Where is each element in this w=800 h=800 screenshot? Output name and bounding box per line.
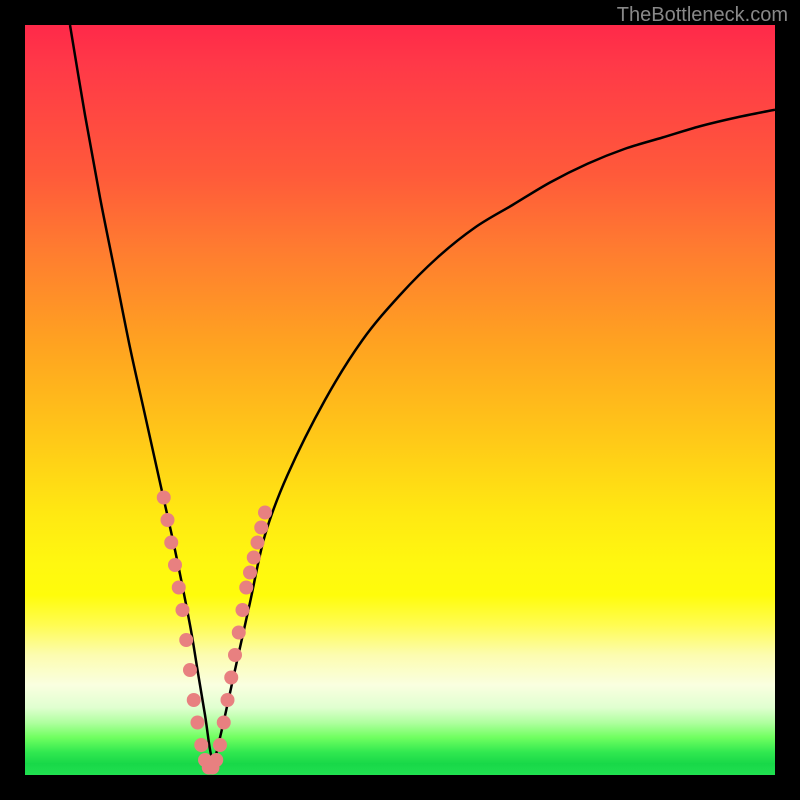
marker-point [228, 648, 242, 662]
marker-point [172, 581, 186, 595]
marker-point [194, 738, 208, 752]
marker-point [168, 558, 182, 572]
marker-point [224, 671, 238, 685]
marker-point [176, 603, 190, 617]
marker-point [213, 738, 227, 752]
marker-point [243, 566, 257, 580]
marker-point [164, 536, 178, 550]
chart-svg [25, 25, 775, 775]
marker-layer [157, 491, 272, 775]
marker-point [161, 513, 175, 527]
marker-point [183, 663, 197, 677]
marker-point [217, 716, 231, 730]
marker-point [258, 506, 272, 520]
chart-container: TheBottleneck.com [0, 0, 800, 800]
marker-point [232, 626, 246, 640]
marker-point [251, 536, 265, 550]
marker-point [254, 521, 268, 535]
marker-point [221, 693, 235, 707]
marker-point [209, 753, 223, 767]
marker-point [239, 581, 253, 595]
bottleneck-curve [70, 25, 775, 761]
marker-point [187, 693, 201, 707]
marker-point [157, 491, 171, 505]
curve-layer [70, 25, 775, 761]
watermark: TheBottleneck.com [617, 4, 788, 27]
marker-point [247, 551, 261, 565]
marker-point [179, 633, 193, 647]
marker-point [236, 603, 250, 617]
marker-point [191, 716, 205, 730]
